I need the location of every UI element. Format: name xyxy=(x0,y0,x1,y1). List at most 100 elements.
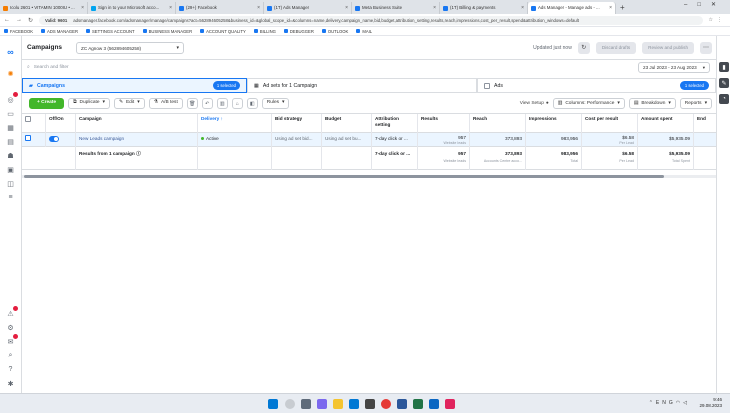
date-range-picker[interactable]: 23 Jul 2023 - 23 Aug 2023 ▾ xyxy=(638,62,710,73)
duplicate-button[interactable]: ⧉ Duplicate ▾ xyxy=(68,97,110,109)
chat-icon[interactable] xyxy=(317,399,327,409)
undo-icon[interactable]: ↶ xyxy=(201,97,213,109)
scrollbar-thumb[interactable] xyxy=(24,175,664,178)
url-field[interactable]: Valid: 9601 adsmanager.facebook.com/adsma… xyxy=(39,15,703,25)
close-icon[interactable]: × xyxy=(257,2,260,14)
column-header-attribution[interactable]: Attribution setting xyxy=(372,114,418,133)
more-icon[interactable]: ⋯ xyxy=(700,42,712,54)
new-tab-button[interactable]: + xyxy=(616,2,629,14)
columns-dropdown[interactable]: ▥ Columns: Performance ▾ xyxy=(552,98,625,109)
outlook-icon[interactable] xyxy=(429,399,439,409)
row-checkbox[interactable] xyxy=(25,135,31,141)
selected-count-badge[interactable]: 1 selected xyxy=(679,81,709,90)
column-header-bid[interactable]: Bid strategy xyxy=(272,114,322,133)
browser-tab-active[interactable]: Ads Manager - Manage ads - ... × xyxy=(528,2,616,14)
bookmark-item[interactable]: ADS MANAGER xyxy=(41,29,78,34)
lock-icon[interactable]: ⌂ xyxy=(231,97,243,109)
chrome-icon[interactable] xyxy=(381,399,391,409)
edit-panel-icon[interactable]: ✎ xyxy=(719,78,729,88)
tag-icon[interactable]: ◧ xyxy=(246,97,258,109)
ads-manager-icon[interactable]: ▭ xyxy=(5,108,16,119)
bookmark-item[interactable]: MAIL xyxy=(356,29,372,34)
all-tools-icon[interactable]: ≡ xyxy=(5,192,16,203)
create-button[interactable]: + Create xyxy=(29,97,65,109)
select-all-checkbox[interactable] xyxy=(25,116,31,122)
horizontal-scrollbar[interactable] xyxy=(22,175,716,178)
bookmark-item[interactable]: FACEBOOK xyxy=(4,29,33,34)
bookmark-item[interactable]: BUSINESS MANAGER xyxy=(142,29,192,34)
refresh-icon[interactable]: ↻ xyxy=(577,42,590,54)
word-icon[interactable] xyxy=(397,399,407,409)
ab-test-button[interactable]: ⚗ A/B test xyxy=(148,97,183,109)
close-icon[interactable]: × xyxy=(81,2,84,14)
column-header-ends[interactable]: End xyxy=(694,114,716,133)
billing-icon[interactable]: ▣ xyxy=(5,164,16,175)
account-avatar-icon[interactable]: ✺ xyxy=(5,68,16,79)
edge-icon[interactable] xyxy=(349,399,359,409)
campaign-toggle[interactable] xyxy=(49,135,59,142)
view-setup-toggle[interactable]: View Setup ● xyxy=(520,101,549,106)
column-header-cost-per-result[interactable]: Cost per result xyxy=(582,114,638,133)
ad-account-selector[interactable]: ZC Agnow 3 (562894605258) ▾ xyxy=(76,41,185,54)
reports-dropdown[interactable]: Reports ▾ xyxy=(679,98,712,109)
search-icon[interactable] xyxy=(285,399,295,409)
help-icon[interactable]: ? xyxy=(5,364,16,375)
column-header-reach[interactable]: Reach xyxy=(470,114,526,133)
tab-ads[interactable]: Ads 1 selected xyxy=(477,78,716,93)
breakdown-dropdown[interactable]: ▤ Breakdown ▾ xyxy=(628,98,676,109)
settings-gear-icon[interactable]: ⚙ xyxy=(5,322,16,333)
search-icon[interactable]: ⌕ xyxy=(5,350,16,361)
browser-tab[interactable]: Sign in to your Microsoft acco... × xyxy=(88,2,176,14)
reload-icon[interactable]: ↻ xyxy=(28,17,33,24)
column-header-offon[interactable]: Off/On xyxy=(46,114,76,133)
campaigns-icon[interactable]: ▦ xyxy=(5,122,16,133)
browser-menu-icons[interactable]: ☆⋮ xyxy=(709,17,730,23)
back-arrow-icon[interactable]: ← xyxy=(4,17,10,23)
close-icon[interactable]: × xyxy=(609,2,612,14)
history-panel-icon[interactable]: ◔ xyxy=(719,94,729,104)
bookmark-item[interactable]: DEBUGGER xyxy=(283,29,314,34)
bookmark-item[interactable]: OUTLOOK xyxy=(321,29,348,34)
forward-arrow-icon[interactable]: → xyxy=(16,17,22,23)
bookmark-item[interactable]: ACCOUNT QUALITY xyxy=(200,29,246,34)
windows-start-icon[interactable] xyxy=(268,399,278,409)
discard-drafts-button[interactable]: Discard drafts xyxy=(595,42,637,54)
reports-icon[interactable]: ▤ xyxy=(5,136,16,147)
chart-panel-icon[interactable]: ▮ xyxy=(719,62,729,72)
browser-tab[interactable]: (29+) Facebook × xyxy=(176,2,264,14)
ads-checkbox[interactable] xyxy=(484,82,490,89)
audiences-icon[interactable]: ☗ xyxy=(5,150,16,161)
edit-button[interactable]: ✎ Edit ▾ xyxy=(113,97,145,109)
column-header-budget[interactable]: Budget xyxy=(322,114,372,133)
bug-report-icon[interactable]: ✱ xyxy=(5,378,16,389)
close-icon[interactable]: × xyxy=(433,2,436,14)
browser-tab[interactable]: (1T) Billing & payments × xyxy=(440,2,528,14)
browser-tab[interactable]: (1T) Ads Manager × xyxy=(264,2,352,14)
column-header-impressions[interactable]: Impressions xyxy=(526,114,582,133)
rules-button[interactable]: Rules ▾ xyxy=(261,97,290,109)
system-clock[interactable]: 9:46 29.08.2023 xyxy=(699,397,722,409)
app-icon[interactable] xyxy=(445,399,455,409)
close-icon[interactable]: × xyxy=(345,2,348,14)
store-icon[interactable] xyxy=(365,399,375,409)
trash-icon[interactable]: ▥ xyxy=(216,97,228,109)
alerts-icon[interactable]: ⚠ xyxy=(5,306,18,319)
close-icon[interactable]: × xyxy=(169,2,172,14)
column-header-delivery[interactable]: Delivery ↑ xyxy=(198,114,272,133)
selected-count-badge[interactable]: 1 selected xyxy=(212,81,240,90)
browser-tab[interactable]: Icolu 2601 • VITAMIN 1000IU • ... × xyxy=(0,2,88,14)
tab-campaigns[interactable]: ▰ Campaigns 1 selected xyxy=(22,78,247,93)
review-publish-button[interactable]: Review and publish xyxy=(642,42,694,54)
info-icon[interactable]: ⓘ xyxy=(136,151,141,156)
browser-tab[interactable]: Meta Business Suite × xyxy=(352,2,440,14)
window-controls[interactable]: –□✕ xyxy=(684,1,726,8)
column-header-campaign[interactable]: Campaign xyxy=(76,114,198,133)
excel-icon[interactable] xyxy=(413,399,423,409)
search-filter-input[interactable]: ⌕ Search and filter xyxy=(27,63,607,73)
bookmark-item[interactable]: SETTINGS ACCOUNT xyxy=(86,29,135,34)
messages-icon[interactable]: ✉ xyxy=(5,334,18,347)
column-header-amount-spent[interactable]: Amount spent xyxy=(638,114,694,133)
task-view-icon[interactable] xyxy=(301,399,311,409)
table-row[interactable]: New Leads campaign Active Using ad set b… xyxy=(22,133,716,147)
tab-ad-sets[interactable]: ▦ Ad sets for 1 Campaign xyxy=(247,78,477,93)
